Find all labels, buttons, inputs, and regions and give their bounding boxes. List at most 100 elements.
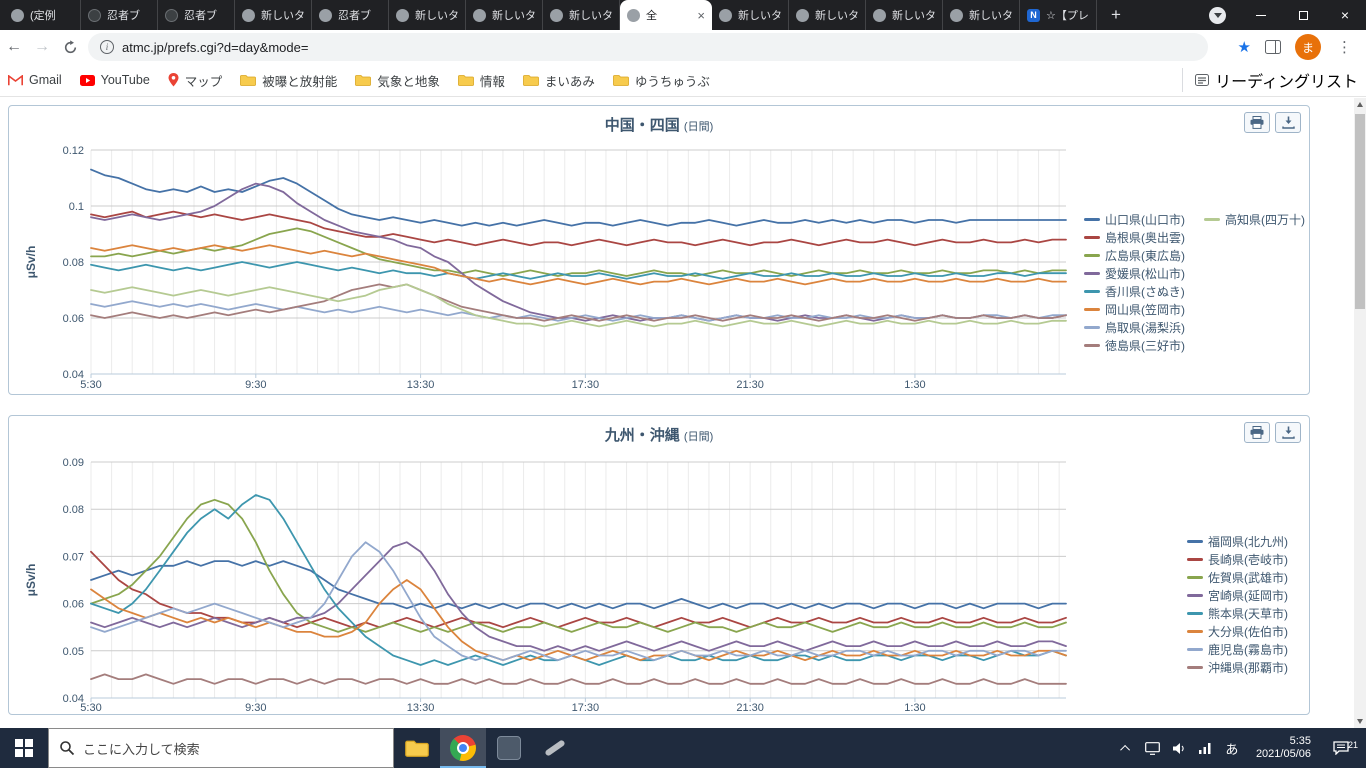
folder-icon xyxy=(355,74,372,86)
legend-item[interactable]: 福岡県(北九州) xyxy=(1187,532,1288,550)
bookmark-label: 情報 xyxy=(479,74,505,89)
reload-icon xyxy=(64,39,76,53)
tray-expand-button[interactable] xyxy=(1114,728,1140,768)
browser-tab[interactable]: 忍者ブ xyxy=(158,0,235,30)
scroll-down-button[interactable] xyxy=(1354,715,1366,728)
taskbar-clock[interactable]: 5:35 2021/05/06 xyxy=(1246,735,1321,761)
download-button[interactable] xyxy=(1275,112,1301,133)
scroll-up-button[interactable] xyxy=(1354,98,1366,111)
bookmark-item[interactable]: 気象と地象 xyxy=(355,71,440,90)
taskbar-app-button-2[interactable] xyxy=(532,728,578,768)
legend-item[interactable]: 佐賀県(武雄市) xyxy=(1187,568,1288,586)
legend-label: 山口県(山口市) xyxy=(1105,212,1185,227)
notification-badge: 21 xyxy=(1347,740,1358,750)
browser-tab[interactable]: 新しいタブ xyxy=(866,0,943,30)
tab-close-icon[interactable]: × xyxy=(697,8,705,23)
window-controls: × xyxy=(1209,0,1366,30)
legend-item[interactable]: 岡山県(笠岡市) xyxy=(1084,300,1185,318)
browser-tab[interactable]: N ☆【プレ xyxy=(1020,0,1097,30)
browser-tab[interactable]: 新しいタブ xyxy=(543,0,620,30)
browser-tab[interactable]: 全 × xyxy=(620,0,712,30)
svg-text:13:30: 13:30 xyxy=(407,702,435,714)
bookmark-item[interactable]: Gmail xyxy=(8,73,62,87)
legend-marker xyxy=(1084,307,1100,311)
browser-tab[interactable]: 忍者ブ xyxy=(81,0,158,30)
dark-favicon-icon xyxy=(88,8,101,22)
ime-indicator[interactable]: あ xyxy=(1218,739,1246,758)
legend-item[interactable]: 徳島県(三好市) xyxy=(1084,336,1185,354)
file-explorer-button[interactable] xyxy=(394,728,440,768)
browser-tab[interactable]: 新しいタブ xyxy=(712,0,789,30)
gmail-icon xyxy=(8,74,23,86)
bookmark-label: マップ xyxy=(184,74,223,89)
bookmark-item[interactable]: ゆうちゅうぶ xyxy=(612,71,710,90)
chrome-button[interactable] xyxy=(440,728,486,768)
scrollbar-thumb[interactable] xyxy=(1355,114,1365,309)
maximize-button[interactable] xyxy=(1282,0,1324,30)
close-button[interactable]: × xyxy=(1324,0,1366,30)
browser-tab[interactable]: 新しいタブ xyxy=(235,0,312,30)
legend-item[interactable]: 香川県(さぬき) xyxy=(1084,282,1185,300)
browser-tab[interactable]: 忍者ブ xyxy=(312,0,389,30)
legend-marker xyxy=(1084,271,1100,275)
reading-list-button[interactable]: リーディングリスト xyxy=(1182,68,1358,92)
legend-item[interactable]: 長崎県(壱岐市) xyxy=(1187,550,1288,568)
browser-tab[interactable]: 新しいタブ xyxy=(789,0,866,30)
chart-panel-kyushu-okinawa: 九州・沖縄 (日間) 0.04 0.05 0.06 0.07 0.08 0.09 5:30 9… xyxy=(8,415,1310,715)
legend-item[interactable]: 山口県(山口市) xyxy=(1084,210,1185,228)
bookmark-label: 被曝と放射能 xyxy=(262,74,338,89)
reload-button[interactable] xyxy=(56,33,84,61)
legend-marker xyxy=(1187,539,1203,543)
taskbar-search-box[interactable]: ここに入力して検索 xyxy=(48,728,394,768)
volume-tray-button[interactable] xyxy=(1166,728,1192,768)
minimize-button[interactable] xyxy=(1240,0,1282,30)
windows-logo-icon xyxy=(15,739,33,757)
download-button[interactable] xyxy=(1275,422,1301,443)
bookmark-item[interactable]: 情報 xyxy=(457,71,505,90)
action-center-button[interactable]: 21 xyxy=(1321,740,1361,755)
taskbar-app-button-1[interactable] xyxy=(486,728,532,768)
folder-icon xyxy=(522,74,539,86)
profile-avatar[interactable]: ま xyxy=(1295,34,1321,60)
globe-favicon-icon xyxy=(11,8,24,22)
legend-label: 宮崎県(延岡市) xyxy=(1208,588,1288,603)
new-tab-button[interactable]: + xyxy=(1103,2,1129,28)
legend-item[interactable]: 広島県(東広島) xyxy=(1084,246,1185,264)
browser-menu-button[interactable]: ⋮ xyxy=(1337,38,1352,56)
browser-tab[interactable]: (定例 xyxy=(4,0,81,30)
start-button[interactable] xyxy=(0,728,48,768)
print-button[interactable] xyxy=(1244,112,1270,133)
tab-search-button[interactable] xyxy=(1209,6,1226,24)
tab-title: 新しいタブ xyxy=(969,10,1013,22)
legend-marker xyxy=(1187,593,1203,597)
display-tray-button[interactable] xyxy=(1140,728,1166,768)
bookmark-star-icon[interactable]: ★ xyxy=(1238,38,1251,56)
legend-label: 岡山県(笠岡市) xyxy=(1105,302,1185,317)
app-icon xyxy=(497,736,521,760)
bookmark-item[interactable]: YouTube xyxy=(79,73,150,87)
bookmark-item[interactable]: まいあみ xyxy=(522,71,595,90)
legend-item[interactable]: 鳥取県(湯梨浜) xyxy=(1084,318,1185,336)
back-button[interactable]: ← xyxy=(0,33,28,61)
forward-button[interactable]: → xyxy=(28,33,56,61)
legend-item[interactable]: 愛媛県(松山市) xyxy=(1084,264,1185,282)
site-info-icon[interactable]: i xyxy=(100,40,114,54)
windows-taskbar: ここに入力して検索 あ 5:35 2021/05/06 21 xyxy=(0,728,1366,768)
browser-tab[interactable]: 新しいタブ xyxy=(943,0,1020,30)
network-tray-button[interactable] xyxy=(1192,728,1218,768)
legend-item[interactable]: 大分県(佐伯市) xyxy=(1187,622,1288,640)
print-button[interactable] xyxy=(1244,422,1270,443)
legend-item[interactable]: 鹿児島(霧島市) xyxy=(1187,640,1288,658)
browser-tab[interactable]: 新しいタブ xyxy=(466,0,543,30)
side-panel-icon[interactable] xyxy=(1265,40,1281,54)
legend-item[interactable]: 高知県(四万十) xyxy=(1204,210,1305,228)
page-scrollbar[interactable] xyxy=(1354,98,1366,728)
browser-tab[interactable]: 新しいタブ xyxy=(389,0,466,30)
legend-item[interactable]: 島根県(奥出雲) xyxy=(1084,228,1185,246)
legend-item[interactable]: 熊本県(天草市) xyxy=(1187,604,1288,622)
address-bar[interactable]: i atmc.jp/prefs.cgi?d=day&mode= xyxy=(88,33,1208,61)
legend-item[interactable]: 宮崎県(延岡市) xyxy=(1187,586,1288,604)
bookmark-item[interactable]: 被曝と放射能 xyxy=(240,71,337,90)
bookmark-item[interactable]: マップ xyxy=(168,71,223,90)
legend-item[interactable]: 沖縄県(那覇市) xyxy=(1187,658,1288,676)
